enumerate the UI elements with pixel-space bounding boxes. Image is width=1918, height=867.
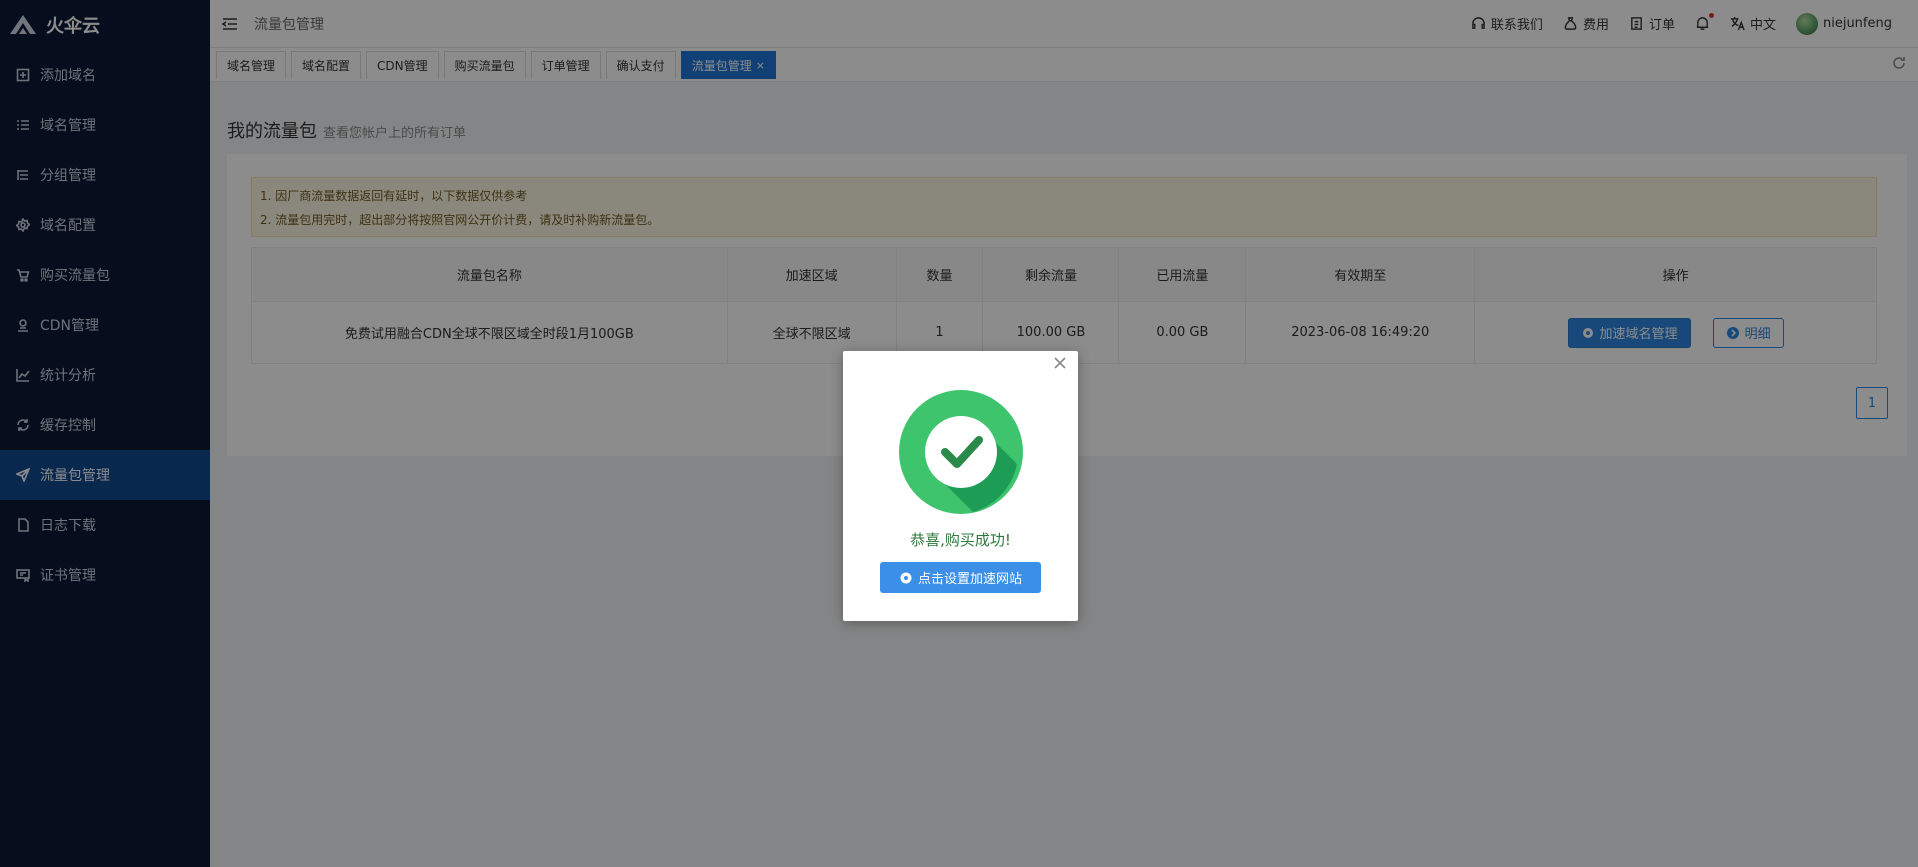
success-message: 恭喜,购买成功! xyxy=(910,531,1011,549)
gear-icon xyxy=(900,572,912,583)
success-modal: 恭喜,购买成功! 点击设置加速网站 xyxy=(843,351,1078,621)
close-icon xyxy=(1054,357,1066,369)
setup-acceleration-button[interactable]: 点击设置加速网站 xyxy=(880,562,1041,593)
setup-acceleration-label: 点击设置加速网站 xyxy=(917,572,1022,587)
modal-close-button[interactable] xyxy=(1052,355,1072,375)
success-check-icon xyxy=(899,390,1023,514)
